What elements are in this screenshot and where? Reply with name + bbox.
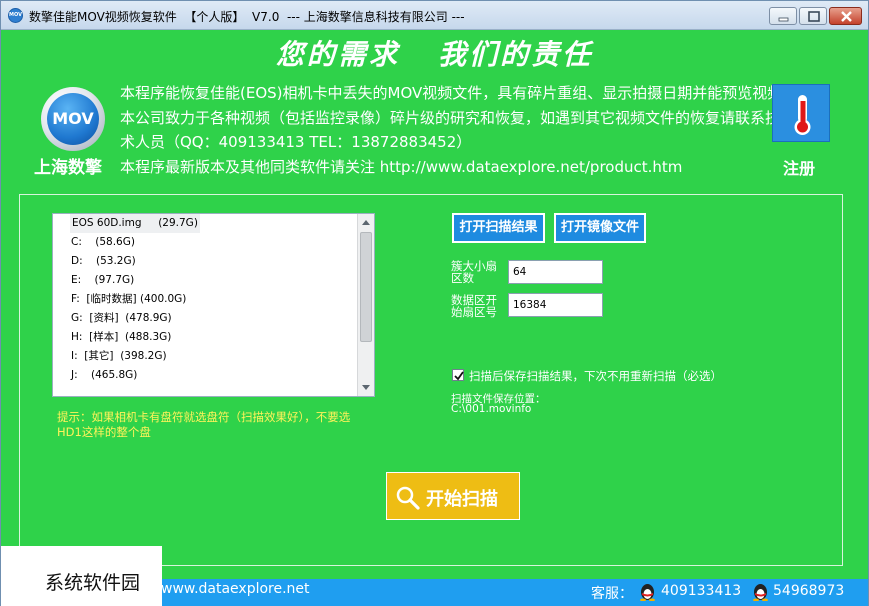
drive-name: D: [71,255,83,267]
drive-item[interactable]: D: (53.2G) [71,252,136,271]
app-icon: MOV [8,8,23,23]
register-button[interactable] [772,84,830,142]
company-name: 上海数擎 [34,158,102,178]
qq-penguin-icon [753,584,768,601]
description-line: 术人员（QQ：409133413 TEL：13872883452） [120,133,472,151]
data-start-label: 数据区开始扇区号 [451,293,497,319]
close-button[interactable] [829,7,862,25]
qq-number: 409133413 [661,583,742,599]
register-label: 注册 [783,159,816,178]
thermometer-icon [794,95,811,135]
minimize-button[interactable] [769,7,797,25]
description-line: 本程序最新版本及其他同类软件请关注 http://www.dataexplore… [120,157,683,176]
drive-item[interactable]: I: [其它] (398.2G) [71,347,167,366]
magnifier-icon [396,486,420,510]
drive-item[interactable]: G: [资料] (478.9G) [71,309,172,328]
start-scan-button[interactable]: 开始扫描 [386,472,520,520]
title-bar[interactable]: MOV 数擎佳能MOV视频恢复软件 【个人版】 V7.0 --- 上海数擎信息科… [1,1,868,30]
slogan: 您的需求 我们的责任 [275,38,594,71]
hint-text: 提示：如果相机卡有盘符就选盘符（扫描效果好），不要选HD1这样的整个盘 [57,410,351,439]
drive-list-scrollbar[interactable] [357,214,374,396]
open-image-file-button[interactable]: 打开镜像文件 [554,213,646,243]
data-start-input[interactable] [508,293,603,317]
drive-name: I: [其它] [71,350,114,362]
description: 本程序能恢复佳能(EOS)相机卡中丢失的MOV视频文件，具有碎片重组、显示拍摄日… [120,81,783,179]
drive-item[interactable]: F: [临时数据] (400.0G) [71,290,186,309]
watermark: 系统软件园 [1,546,162,606]
drive-size: (29.7G) [158,217,198,229]
description-line: 本程序能恢复佳能(EOS)相机卡中丢失的MOV视频文件，具有碎片重组、显示拍摄日… [120,84,783,102]
drive-size: (398.2G) [120,350,167,362]
drive-name: H: [样本] [71,331,119,343]
drive-tree[interactable]: EOS 60D.img (29.7G) C: (58.6G) D: (53.2G… [52,213,375,397]
save-path-value: C:\001.movinfo [451,403,532,415]
arrow-up-icon [362,220,370,225]
qq-penguin-icon [640,584,655,601]
scroll-thumb[interactable] [360,232,372,342]
company-logo: MOV [41,87,105,151]
drive-name: E: [71,274,82,286]
save-result-checkbox[interactable] [452,369,464,381]
description-line: 本公司致力于各种视频（包括监控录像）碎片级的研究和恢复，如遇到其它视频文件的恢复… [120,108,781,127]
website-link[interactable]: www.dataexplore.net [161,581,310,597]
drive-size: (58.6G) [95,236,135,248]
maximize-icon [808,11,820,22]
arrow-down-icon [362,385,370,390]
service-label: 客服： [591,586,633,602]
drive-size: (97.7G) [94,274,135,286]
drive-name: J: [71,369,78,381]
start-scan-label: 开始扫描 [426,489,498,510]
drive-item[interactable]: E: (97.7G) [71,271,134,290]
drive-size: (53.2G) [95,255,136,267]
maximize-button[interactable] [799,7,827,25]
qq-number: 54968973 [773,583,845,599]
drive-name: F: [临时数据] [71,293,137,305]
open-scan-result-button[interactable]: 打开扫描结果 [452,213,545,243]
drive-size: (488.3G) [125,331,172,343]
scroll-down-button[interactable] [358,379,374,396]
drive-item[interactable]: H: [样本] (488.3G) [71,328,171,347]
close-icon [841,11,852,22]
cluster-size-input[interactable] [508,260,603,284]
scroll-up-button[interactable] [358,214,374,231]
minimize-icon [778,17,789,22]
app-window: MOV 数擎佳能MOV视频恢复软件 【个人版】 V7.0 --- 上海数擎信息科… [0,0,869,606]
drive-name: C: [71,236,82,248]
drive-item[interactable]: C: (58.6G) [71,233,135,252]
save-result-label: 扫描后保存扫描结果，下次不用重新扫描（必选） [469,369,722,383]
drive-size: (478.9G) [125,312,172,324]
drive-item[interactable]: J: (465.8G) [71,366,137,385]
window-title: 数擎佳能MOV视频恢复软件 【个人版】 V7.0 --- 上海数擎信息科技有限公… [29,10,465,24]
drive-size: (465.8G) [91,369,138,381]
cluster-size-label: 簇大小扇区数 [451,259,497,285]
drive-item[interactable]: EOS 60D.img (29.7G) [70,214,200,233]
drive-name: EOS 60D.img [72,217,142,229]
watermark-text: 系统软件园 [45,572,141,594]
drive-name: G: [资料] [71,312,119,324]
drive-size: (400.0G) [139,293,187,305]
checkmark-icon [454,371,464,381]
logo-text: MOV [47,93,99,145]
